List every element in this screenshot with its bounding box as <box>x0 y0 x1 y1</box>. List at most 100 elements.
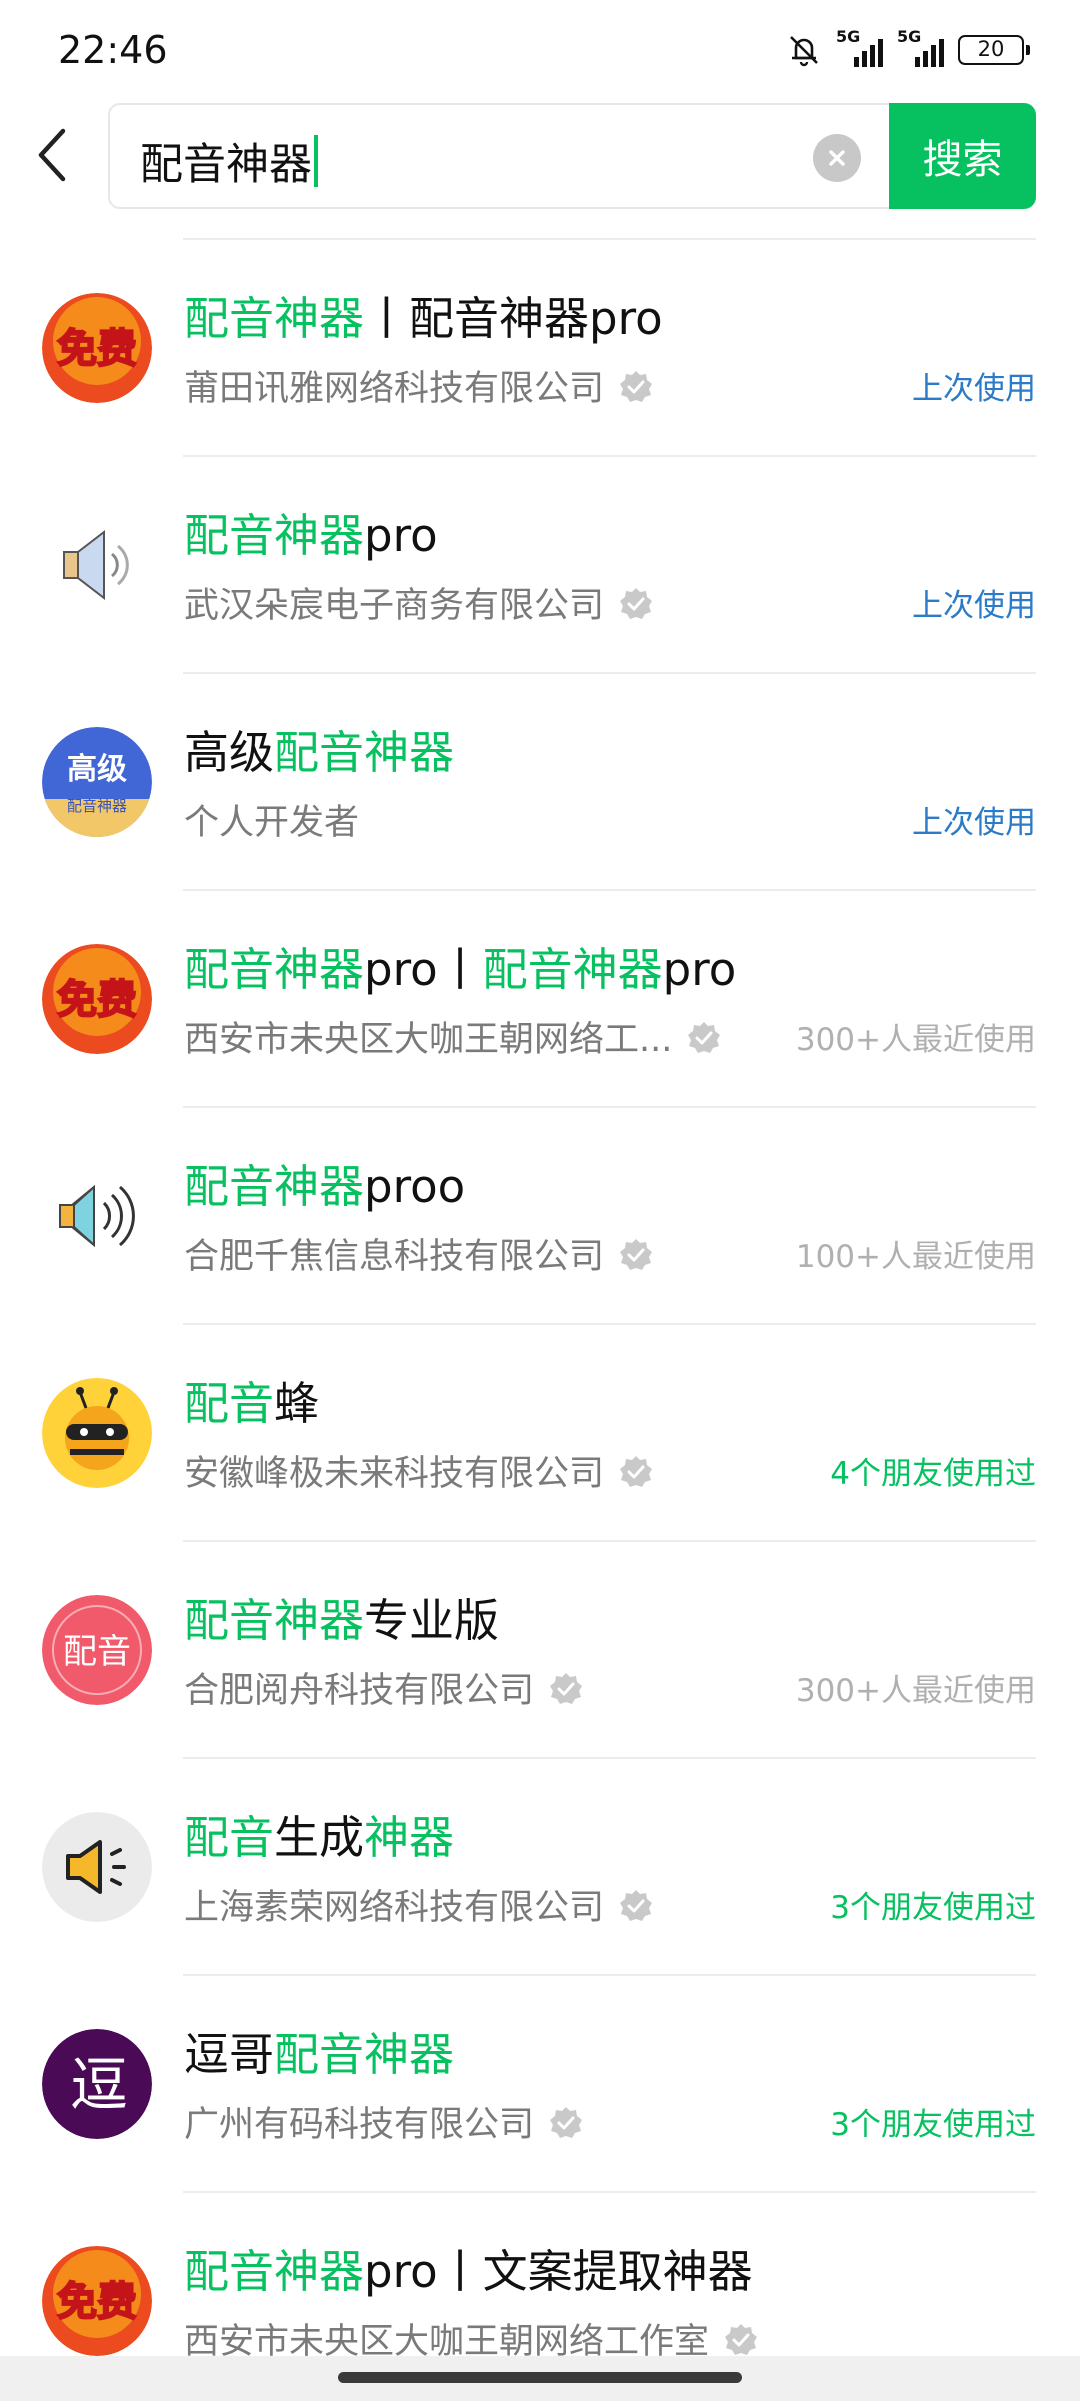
battery-icon: 20 <box>958 35 1030 65</box>
verified-icon <box>725 2324 758 2355</box>
speaker-waves-icon <box>42 1161 152 1271</box>
developer-name: 武汉朵宸电子商务有限公司 <box>184 577 654 628</box>
verified-icon <box>620 1890 653 1921</box>
free-badge-text: 免费 <box>57 326 137 372</box>
dou-logo-icon: 逗 <box>42 2029 152 2139</box>
text-caret <box>314 135 318 187</box>
navigation-bar <box>0 2356 1080 2401</box>
result-meta: 武汉朵宸电子商务有限公司 上次使用 <box>184 577 1036 627</box>
result-title: 配音神器丨配音神器pro <box>184 282 663 347</box>
developer-name-text: 武汉朵宸电子商务有限公司 <box>184 586 605 626</box>
developer-name: 合肥千焦信息科技有限公司 <box>184 1228 654 1279</box>
usage-label: 上次使用 <box>912 371 1036 407</box>
verified-icon <box>550 1673 583 1704</box>
developer-name-text: 个人开发者 <box>184 803 360 843</box>
usage-label: 上次使用 <box>912 588 1036 624</box>
developer-name-text: 广州有码科技有限公司 <box>184 2105 535 2145</box>
result-meta: 广州有码科技有限公司 3个朋友使用过 <box>184 2096 1036 2146</box>
verified-icon <box>620 371 653 402</box>
search-result-item[interactable]: 高级 配音神器 高级配音神器 个人开发者 上次使用 <box>0 674 1080 891</box>
result-title: 配音神器专业版 <box>184 1584 499 1649</box>
loudspeaker-icon <box>42 1812 152 1922</box>
title-text: proo <box>364 1160 466 1213</box>
developer-name: 个人开发者 <box>184 794 359 845</box>
title-highlight: 配音神器 <box>184 943 365 996</box>
result-title: 逗哥配音神器 <box>184 2018 454 2083</box>
search-result-item[interactable]: 配音 配音神器专业版合肥阅舟科技有限公司 300+人最近使用 <box>0 1542 1080 1759</box>
dubbing-text-icon: 配音 <box>42 1595 152 1705</box>
title-highlight: 配音神器 <box>482 943 663 996</box>
developer-name-text: 上海素荣网络科技有限公司 <box>184 1888 605 1928</box>
signal-icon: 5G <box>897 27 944 67</box>
result-meta: 个人开发者 上次使用 <box>184 794 1036 844</box>
usage-label: 3个朋友使用过 <box>830 2107 1036 2143</box>
result-title: 配音生成神器 <box>184 1801 454 1866</box>
usage-label: 100+人最近使用 <box>795 1239 1036 1275</box>
clear-search-button[interactable] <box>813 134 861 182</box>
svg-text:逗: 逗 <box>70 2051 128 2119</box>
title-highlight: 配音神器 <box>184 2245 365 2298</box>
developer-name: 合肥阅舟科技有限公司 <box>184 1662 584 1713</box>
free-badge-text: 免费 <box>57 977 137 1023</box>
signal-icon: 5G <box>836 27 883 67</box>
developer-name: 广州有码科技有限公司 <box>184 2096 584 2147</box>
search-result-item[interactable]: 配音神器proo 合肥千焦信息科技有限公司 100+人最近使用 <box>0 1108 1080 1325</box>
advanced-dubbing-icon: 高级 配音神器 <box>42 727 152 837</box>
title-highlight: 配音 <box>184 1811 275 1864</box>
title-highlight: 神器 <box>364 1811 455 1864</box>
usage-label: 3个朋友使用过 <box>830 1890 1036 1926</box>
search-result-item[interactable]: 配音蜂 安徽峰极未来科技有限公司 4个朋友使用过 <box>0 1325 1080 1542</box>
title-text: 逗哥 <box>184 2028 275 2081</box>
free-badge-icon: 免费 <box>42 944 152 1054</box>
home-indicator[interactable] <box>338 2372 742 2383</box>
title-text: pro <box>364 509 438 562</box>
back-button[interactable] <box>30 118 74 192</box>
result-meta: 西安市未央区大咖王朝网络工... 300+人最近使用 <box>184 1011 1036 1061</box>
title-text: pro丨文案提取神器 <box>364 2245 753 2298</box>
free-badge-text: 免费 <box>57 2279 137 2325</box>
developer-name-text: 莆田讯雅网络科技有限公司 <box>184 369 605 409</box>
search-results-list: 免费 配音神器丨配音神器pro 莆田讯雅网络科技有限公司 上次使用 配音神器pro 武汉朵… <box>0 240 1080 2401</box>
svg-text:配音神器: 配音神器 <box>67 797 127 815</box>
chevron-left-icon <box>38 128 66 182</box>
status-time: 22:46 <box>58 28 168 72</box>
result-title: 配音神器proo <box>184 1150 465 1215</box>
verified-icon <box>550 2107 583 2138</box>
result-meta: 安徽峰极未来科技有限公司 4个朋友使用过 <box>184 1445 1036 1495</box>
search-result-item[interactable]: 配音神器pro 武汉朵宸电子商务有限公司 上次使用 <box>0 457 1080 674</box>
status-icons: 5G 5G 20 <box>786 27 1030 68</box>
title-text: 丨配音神器pro <box>364 292 663 345</box>
result-meta: 合肥千焦信息科技有限公司 100+人最近使用 <box>184 1228 1036 1278</box>
search-result-item[interactable]: 配音生成神器上海素荣网络科技有限公司 3个朋友使用过 <box>0 1759 1080 1976</box>
search-result-item[interactable]: 逗逗哥配音神器广州有码科技有限公司 3个朋友使用过 <box>0 1976 1080 2193</box>
verified-icon <box>620 1239 653 1270</box>
free-badge-icon: 免费 <box>42 2246 152 2356</box>
title-text: pro <box>662 943 737 996</box>
verified-icon <box>620 588 653 619</box>
developer-name: 上海素荣网络科技有限公司 <box>184 1879 654 1930</box>
usage-label: 上次使用 <box>912 805 1036 841</box>
result-title: 配音神器pro丨配音神器pro <box>184 933 736 998</box>
developer-name-text: 安徽峰极未来科技有限公司 <box>184 1454 605 1494</box>
developer-name-text: 西安市未央区大咖王朝网络工... <box>184 1020 673 1060</box>
result-title: 配音神器pro丨文案提取神器 <box>184 2235 753 2300</box>
usage-label: 300+人最近使用 <box>795 1022 1036 1058</box>
search-result-item[interactable]: 免费 配音神器丨配音神器pro 莆田讯雅网络科技有限公司 上次使用 <box>0 240 1080 457</box>
result-meta: 合肥阅舟科技有限公司 300+人最近使用 <box>184 1662 1036 1712</box>
usage-label: 4个朋友使用过 <box>830 1456 1036 1492</box>
status-bar: 22:46 5G 5G 20 <box>0 0 1080 100</box>
developer-name: 莆田讯雅网络科技有限公司 <box>184 360 654 411</box>
result-meta: 上海素荣网络科技有限公司 3个朋友使用过 <box>184 1879 1036 1929</box>
verified-icon <box>620 1456 653 1487</box>
title-highlight: 配音神器 <box>184 292 365 345</box>
search-button[interactable]: 搜索 <box>889 103 1036 209</box>
search-result-item[interactable]: 免费 配音神器pro丨配音神器pro 西安市未央区大咖王朝网络工... 300+人最近… <box>0 891 1080 1108</box>
developer-name: 安徽峰极未来科技有限公司 <box>184 1445 654 1496</box>
title-text: 高级 <box>184 726 275 779</box>
verified-icon <box>688 1022 721 1053</box>
developer-name-text: 合肥阅舟科技有限公司 <box>184 1671 535 1711</box>
developer-name: 西安市未央区大咖王朝网络工... <box>184 1011 722 1062</box>
result-title: 高级配音神器 <box>184 716 454 781</box>
usage-label: 300+人最近使用 <box>795 1673 1036 1709</box>
title-text: 蜂 <box>274 1377 320 1430</box>
